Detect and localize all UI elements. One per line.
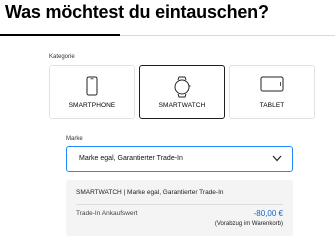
category-option-label: TABLET [259, 102, 285, 109]
smartwatch-icon [174, 76, 191, 98]
chevron-down-icon[interactable] [272, 155, 282, 162]
trade-in-value: -80,00 € [253, 209, 283, 218]
category-option-label: SMARTWATCH [158, 102, 206, 109]
smartphone-icon [86, 76, 98, 96]
category-option-tablet[interactable]: TABLET [229, 65, 315, 119]
summary-divider [76, 204, 283, 205]
brand-label: Marke [66, 136, 83, 142]
category-option-smartphone[interactable]: SMARTPHONE [49, 65, 135, 119]
summary-title: SMARTWATCH | Marke egal, Garantierter Tr… [76, 189, 224, 196]
trade-in-summary: SMARTWATCH | Marke egal, Garantierter Tr… [66, 180, 293, 236]
progress-indicator [0, 34, 120, 36]
trade-in-label: Trade-In Ankaufswert [76, 210, 138, 217]
tablet-icon [260, 76, 284, 92]
brand-select[interactable]: Marke egal, Garantierter Trade-In [66, 146, 293, 172]
category-label: Kategorie [49, 54, 75, 60]
page-title: Was möchtest du eintauschen? [5, 2, 269, 22]
brand-select-value: Marke egal, Garantierter Trade-In [79, 155, 183, 162]
category-option-label: SMARTPHONE [68, 102, 116, 109]
trade-in-note: (Vorabzug im Warenkorb) [214, 221, 283, 227]
category-option-smartwatch[interactable]: SMARTWATCH [139, 65, 225, 119]
